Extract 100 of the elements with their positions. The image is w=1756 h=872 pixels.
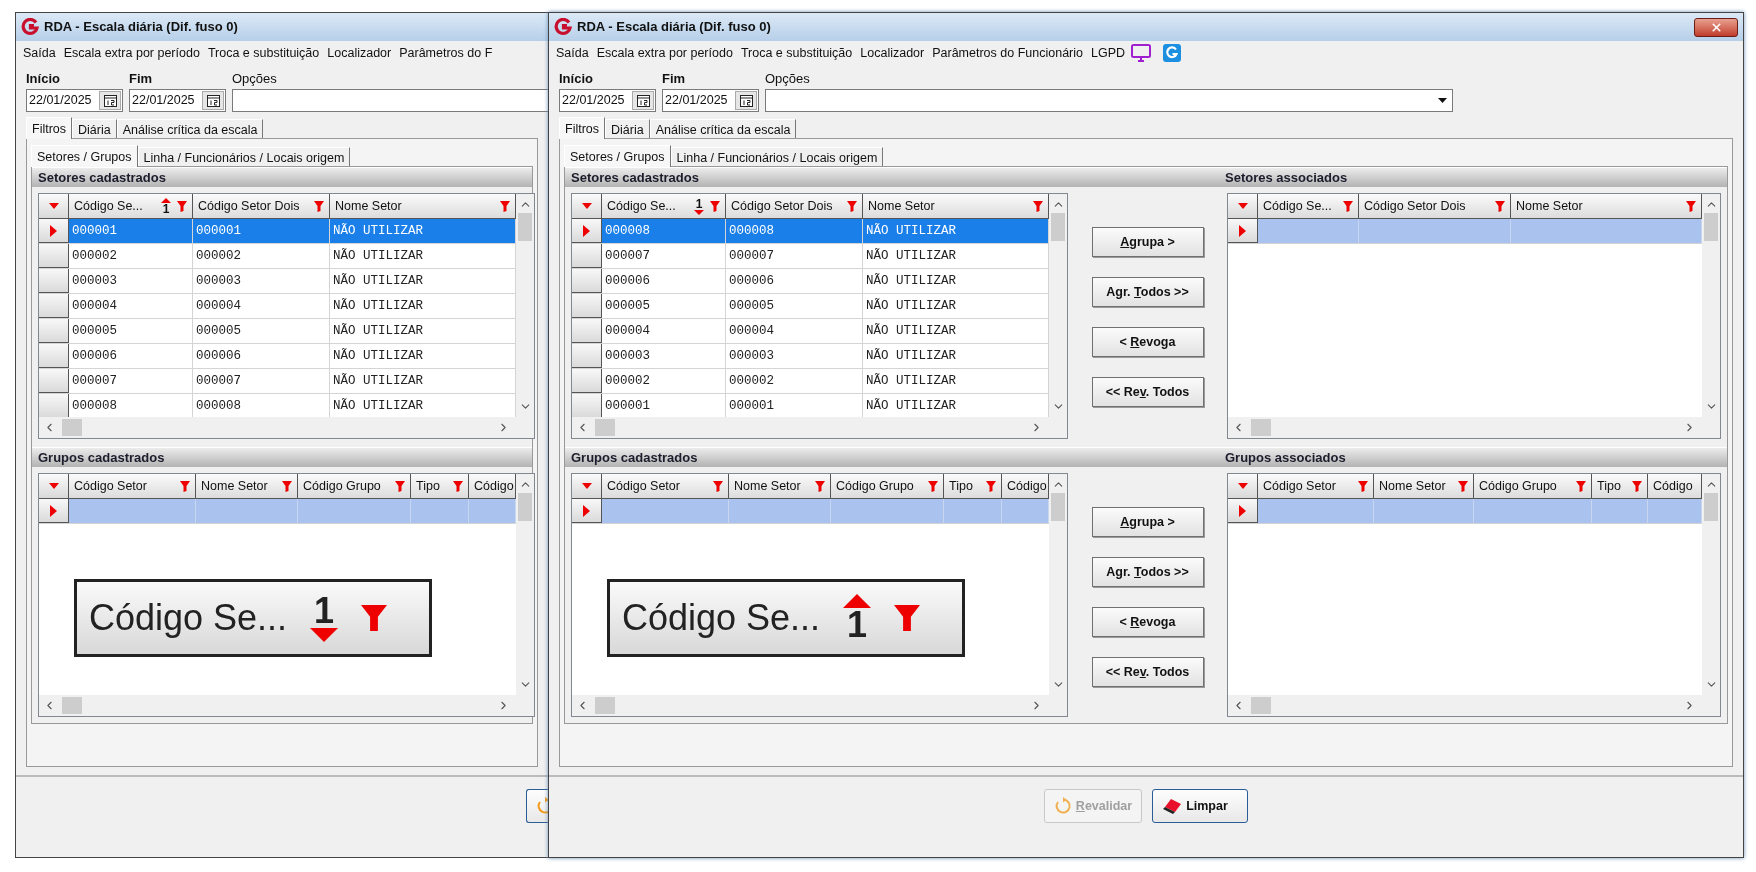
grid-menu-button[interactable] bbox=[572, 194, 602, 219]
scroll-thumb[interactable] bbox=[62, 419, 82, 436]
column-header[interactable]: Tipo bbox=[411, 474, 469, 499]
table-row[interactable]: 000008 000008 NÃO UTILIZAR bbox=[572, 219, 1049, 244]
row-indicator[interactable] bbox=[1228, 219, 1258, 243]
grid-menu-button[interactable] bbox=[572, 474, 602, 499]
row-indicator[interactable] bbox=[572, 219, 602, 243]
filter-icon[interactable] bbox=[395, 480, 405, 492]
table-row[interactable]: 000002 000002 NÃO UTILIZAR bbox=[39, 244, 516, 269]
table-row[interactable]: 000008 000008 NÃO UTILIZAR bbox=[39, 394, 516, 417]
column-header[interactable]: Tipo bbox=[944, 474, 1002, 499]
column-header[interactable]: Código Setor Dois bbox=[193, 194, 330, 219]
row-indicator[interactable] bbox=[572, 244, 602, 268]
menu-item[interactable]: Saída bbox=[552, 43, 593, 63]
scroll-thumb[interactable] bbox=[1051, 213, 1065, 241]
row-indicator[interactable] bbox=[39, 294, 69, 318]
column-header[interactable]: Código Setor bbox=[602, 474, 729, 499]
filter-icon[interactable] bbox=[710, 200, 720, 212]
filter-icon[interactable] bbox=[1458, 480, 1468, 492]
menu-item[interactable]: Parâmetros do F bbox=[395, 43, 497, 63]
column-header[interactable]: Código bbox=[1648, 474, 1702, 499]
row-indicator[interactable] bbox=[39, 394, 69, 417]
scroll-thumb[interactable] bbox=[595, 419, 615, 436]
column-header[interactable]: Código bbox=[469, 474, 516, 499]
table-row[interactable]: 000003 000003 NÃO UTILIZAR bbox=[39, 269, 516, 294]
table-row[interactable]: 000005 000005 NÃO UTILIZAR bbox=[572, 294, 1049, 319]
menu-item[interactable]: Troca e substituição bbox=[203, 43, 324, 63]
column-header[interactable]: Código Se... bbox=[1258, 194, 1359, 219]
calendar-button[interactable] bbox=[735, 91, 757, 110]
filter-icon[interactable] bbox=[314, 200, 324, 212]
tab[interactable]: Diária bbox=[605, 119, 650, 138]
menu-item[interactable]: Troca e substituição bbox=[736, 43, 857, 63]
tab[interactable]: Linha / Funcionários / Locais origem bbox=[670, 147, 884, 166]
transfer-button[interactable]: Agr. Todos >> bbox=[1091, 277, 1204, 307]
row-indicator[interactable] bbox=[39, 269, 69, 293]
filter-icon[interactable] bbox=[1632, 480, 1642, 492]
close-button[interactable] bbox=[1694, 17, 1738, 37]
row-indicator[interactable] bbox=[39, 369, 69, 393]
filter-icon[interactable] bbox=[1033, 200, 1043, 212]
action-button[interactable]: Limpar bbox=[1152, 789, 1249, 823]
filter-icon[interactable] bbox=[847, 200, 857, 212]
filter-icon[interactable] bbox=[1495, 200, 1505, 212]
scroll-thumb[interactable] bbox=[1251, 419, 1271, 436]
column-header[interactable]: Tipo bbox=[1592, 474, 1648, 499]
row-indicator[interactable] bbox=[572, 369, 602, 393]
table-row[interactable]: 000006 000006 NÃO UTILIZAR bbox=[39, 344, 516, 369]
table-row[interactable]: 000003 000003 NÃO UTILIZAR bbox=[572, 344, 1049, 369]
tab[interactable]: Linha / Funcionários / Locais origem bbox=[137, 147, 351, 166]
tab[interactable]: Setores / Grupos bbox=[564, 145, 671, 167]
row-indicator[interactable] bbox=[39, 499, 69, 523]
row-indicator[interactable] bbox=[572, 394, 602, 417]
menu-item[interactable]: Parâmetros do Funcionário bbox=[928, 43, 1087, 63]
row-indicator[interactable] bbox=[572, 269, 602, 293]
grid-menu-button[interactable] bbox=[1228, 474, 1258, 499]
column-header[interactable]: Nome Setor bbox=[729, 474, 831, 499]
row-indicator[interactable] bbox=[572, 499, 602, 523]
menu-item[interactable]: Escala extra por período bbox=[592, 43, 737, 63]
app-icon[interactable] bbox=[1163, 44, 1182, 62]
column-header[interactable]: Código Setor Dois bbox=[726, 194, 863, 219]
date-field[interactable]: 22/01/2025 bbox=[26, 89, 123, 112]
row-indicator[interactable] bbox=[572, 294, 602, 318]
menu-item[interactable]: Saída bbox=[19, 43, 60, 63]
transfer-button[interactable]: Agrupa > bbox=[1091, 507, 1204, 537]
transfer-button[interactable]: Agr. Todos >> bbox=[1091, 557, 1204, 587]
grid-menu-button[interactable] bbox=[39, 194, 69, 219]
calendar-button[interactable] bbox=[202, 91, 224, 110]
row-indicator[interactable] bbox=[1228, 499, 1258, 523]
date-field[interactable]: 22/01/2025 bbox=[559, 89, 656, 112]
grid-menu-button[interactable] bbox=[1228, 194, 1258, 219]
transfer-button[interactable]: << Rev. Todos bbox=[1091, 377, 1204, 407]
table-row[interactable]: 000002 000002 NÃO UTILIZAR bbox=[572, 369, 1049, 394]
column-header[interactable]: Nome Setor bbox=[330, 194, 516, 219]
row-indicator[interactable] bbox=[39, 319, 69, 343]
filter-icon[interactable] bbox=[1358, 480, 1368, 492]
table-row[interactable]: 000001 000001 NÃO UTILIZAR bbox=[39, 219, 516, 244]
scroll-thumb[interactable] bbox=[1704, 213, 1718, 241]
column-header[interactable]: Nome Setor bbox=[196, 474, 298, 499]
column-header[interactable]: Código bbox=[1002, 474, 1049, 499]
monitor-icon[interactable] bbox=[1131, 44, 1152, 62]
table-row[interactable]: 000004 000004 NÃO UTILIZAR bbox=[572, 319, 1049, 344]
filter-icon[interactable] bbox=[815, 480, 825, 492]
options-dropdown[interactable] bbox=[765, 89, 1453, 112]
column-header[interactable]: Código Grupo bbox=[831, 474, 944, 499]
row-indicator[interactable] bbox=[572, 319, 602, 343]
row-indicator[interactable] bbox=[572, 344, 602, 368]
scroll-thumb[interactable] bbox=[1251, 697, 1271, 714]
menu-item[interactable]: Localizador bbox=[323, 43, 396, 63]
calendar-button[interactable] bbox=[632, 91, 654, 110]
filter-icon[interactable] bbox=[1343, 200, 1353, 212]
tab[interactable]: Filtros bbox=[559, 117, 606, 139]
scroll-thumb[interactable] bbox=[595, 697, 615, 714]
tab[interactable]: Diária bbox=[72, 119, 117, 138]
date-field[interactable]: 22/01/2025 bbox=[662, 89, 759, 112]
column-header[interactable]: Código Setor Dois bbox=[1359, 194, 1511, 219]
row-indicator[interactable] bbox=[39, 219, 69, 243]
filter-icon[interactable] bbox=[1576, 480, 1586, 492]
scroll-thumb[interactable] bbox=[62, 697, 82, 714]
dropdown-icon[interactable] bbox=[1438, 98, 1447, 103]
filter-icon[interactable] bbox=[500, 200, 510, 212]
scroll-thumb[interactable] bbox=[518, 493, 532, 521]
